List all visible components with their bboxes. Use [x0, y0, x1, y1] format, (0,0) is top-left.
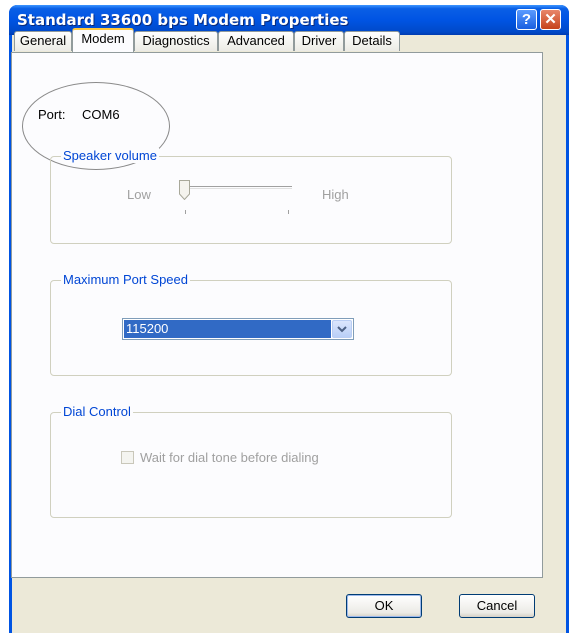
port-speed-select[interactable]: 115200	[122, 318, 354, 340]
dial-control-title: Dial Control	[61, 404, 133, 419]
port-speed-value: 115200	[124, 320, 331, 338]
window-title: Standard 33600 bps Modem Properties	[17, 11, 349, 29]
slider-tick-low	[185, 210, 186, 214]
help-button[interactable]: ?	[516, 9, 537, 30]
tab-general[interactable]: General	[14, 31, 72, 51]
max-port-speed-title: Maximum Port Speed	[61, 272, 190, 287]
wait-dial-tone-label: Wait for dial tone before dialing	[140, 450, 319, 465]
close-button[interactable]: ✕	[540, 9, 561, 30]
tab-modem[interactable]: Modem	[72, 28, 134, 52]
tab-advanced[interactable]: Advanced	[218, 31, 294, 51]
volume-slider-track	[182, 186, 292, 189]
volume-slider-thumb[interactable]	[179, 180, 190, 200]
tab-diagnostics[interactable]: Diagnostics	[134, 31, 218, 51]
tab-driver[interactable]: Driver	[294, 31, 344, 51]
tab-details[interactable]: Details	[344, 31, 400, 51]
slider-tick-high	[288, 210, 289, 214]
cancel-button[interactable]: Cancel	[459, 594, 535, 618]
dial-control-group	[50, 412, 452, 518]
volume-high-label: High	[322, 187, 349, 202]
chevron-down-icon	[337, 326, 347, 333]
speaker-volume-title: Speaker volume	[61, 148, 159, 163]
ok-button[interactable]: OK	[346, 594, 422, 618]
wait-dial-tone-checkbox[interactable]	[121, 451, 134, 464]
volume-low-label: Low	[127, 187, 151, 202]
dropdown-arrow-button[interactable]	[332, 320, 352, 338]
speaker-volume-group	[50, 156, 452, 244]
